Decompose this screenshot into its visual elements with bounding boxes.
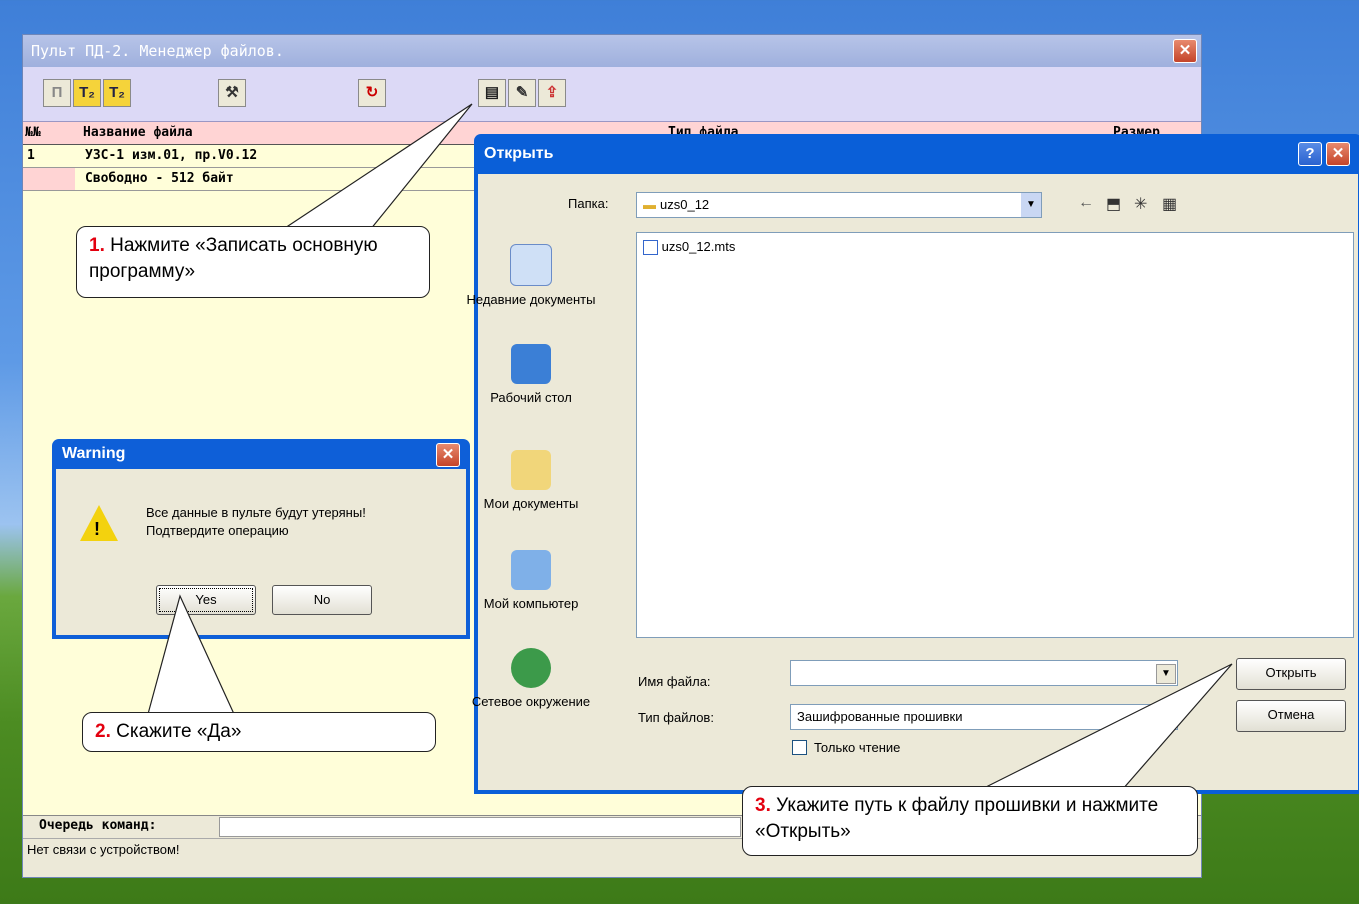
callout-text: Укажите путь к файлу прошивки и нажмите …: [755, 795, 1159, 842]
callout-1: 1. Нажмите «Записать основную программу»: [76, 226, 430, 298]
callout-number: 2.: [95, 721, 111, 742]
callout-3-pointer: [979, 663, 1233, 791]
callout-text: Скажите «Да»: [116, 721, 242, 742]
callout-3: 3. Укажите путь к файлу прошивки и нажми…: [742, 786, 1198, 856]
callout-1-pointer: [281, 103, 473, 231]
callout-text: Нажмите «Записать основную программу»: [89, 235, 378, 282]
callout-pointers: [147, 103, 1233, 791]
callout-number: 3.: [755, 795, 771, 816]
callout-number: 1.: [89, 235, 105, 256]
callout-2-pointer: [147, 594, 235, 715]
callout-2: 2. Скажите «Да»: [82, 712, 436, 752]
